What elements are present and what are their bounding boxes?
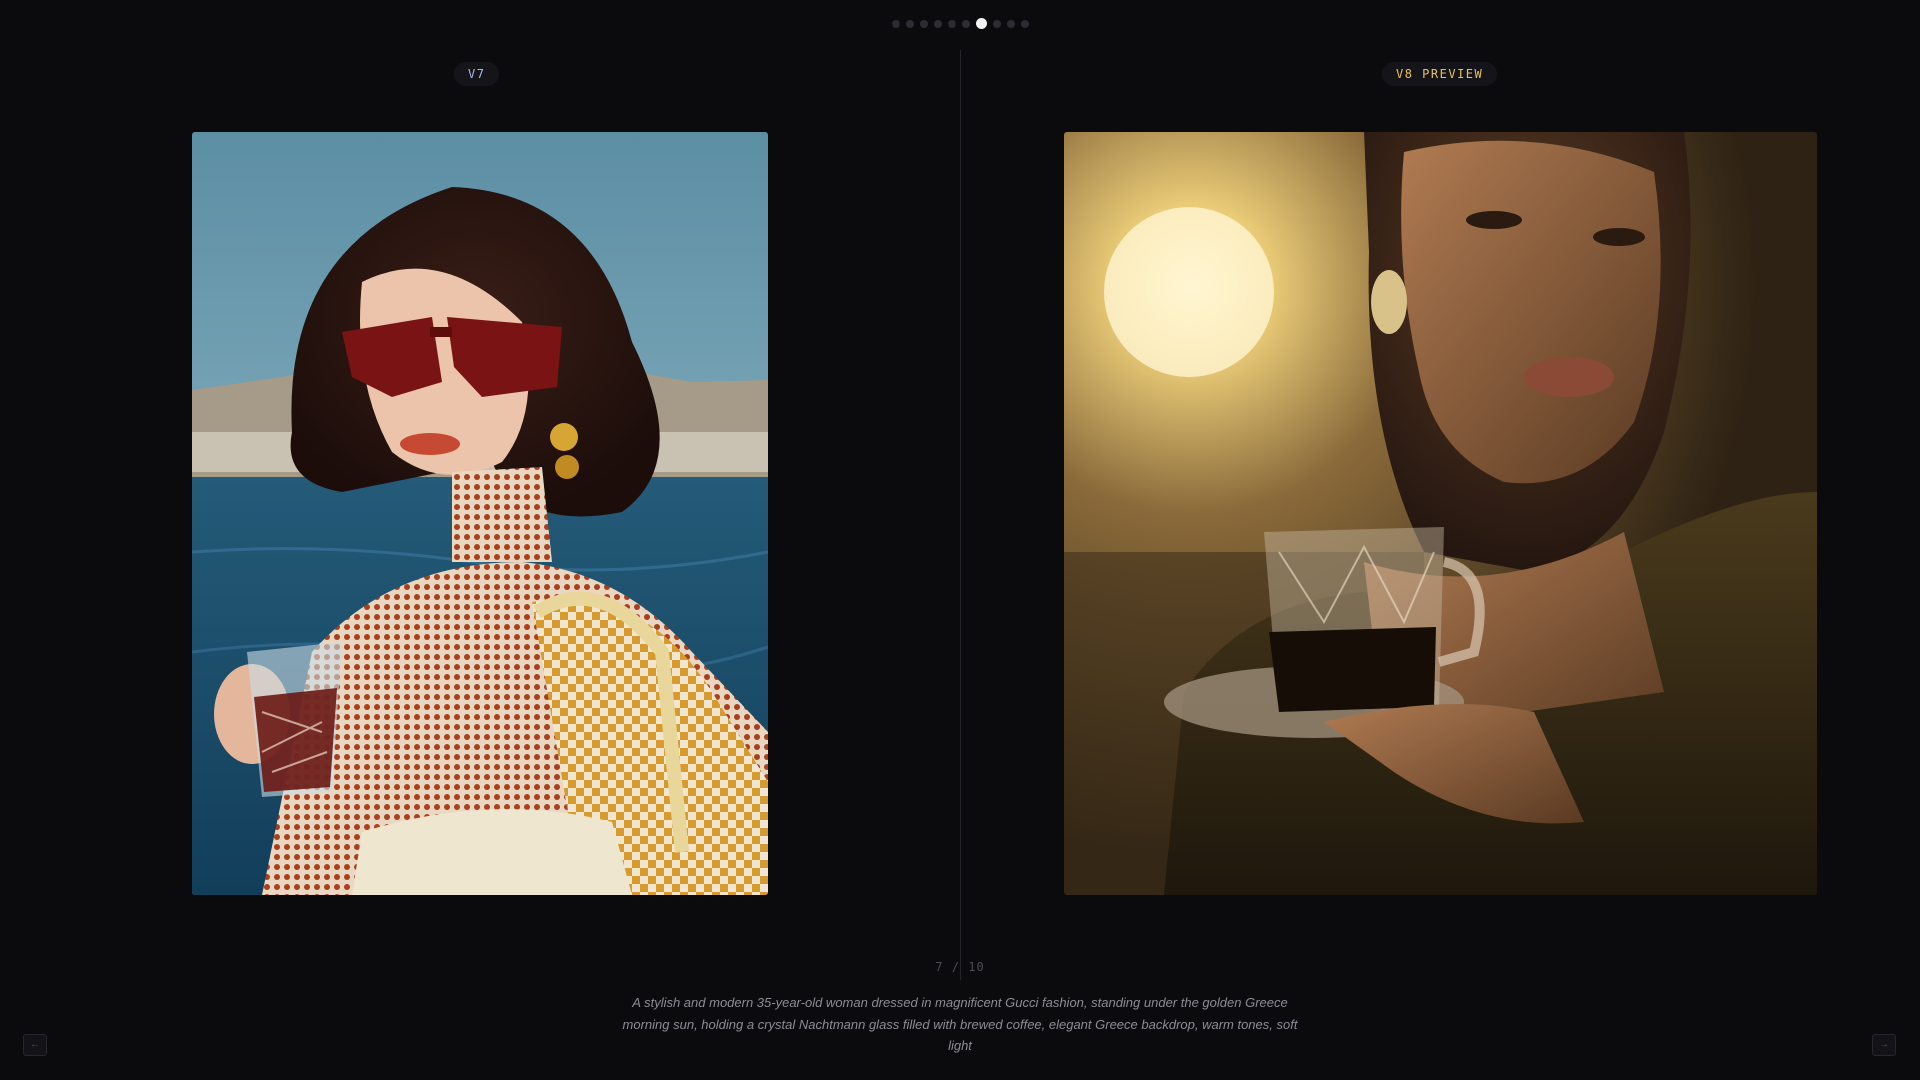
slide-counter: 7 / 10 <box>0 960 1920 974</box>
v8-preview-image-art <box>1064 132 1817 895</box>
v7-image <box>192 132 768 895</box>
comparison-viewer: V7 V8 PREVIEW 7 / 10 A stylish and moder… <box>0 0 1920 1080</box>
arrow-right-icon: → <box>1879 1039 1889 1050</box>
v8-preview-panel: V8 PREVIEW <box>961 0 1920 980</box>
previous-button[interactable]: ← <box>23 1034 47 1056</box>
counter-current: 7 <box>935 960 944 974</box>
next-button[interactable]: → <box>1872 1034 1896 1056</box>
counter-separator: / <box>951 960 960 974</box>
v7-panel: V7 <box>0 0 960 980</box>
counter-total: 10 <box>968 960 985 974</box>
v8-preview-image <box>1064 132 1817 895</box>
v8-preview-badge: V8 PREVIEW <box>1382 62 1498 86</box>
v7-badge: V7 <box>454 62 500 86</box>
prompt-caption: A stylish and modern 35-year-old woman d… <box>622 995 1298 1053</box>
v7-image-art <box>192 132 768 895</box>
arrow-left-icon: ← <box>30 1039 40 1050</box>
